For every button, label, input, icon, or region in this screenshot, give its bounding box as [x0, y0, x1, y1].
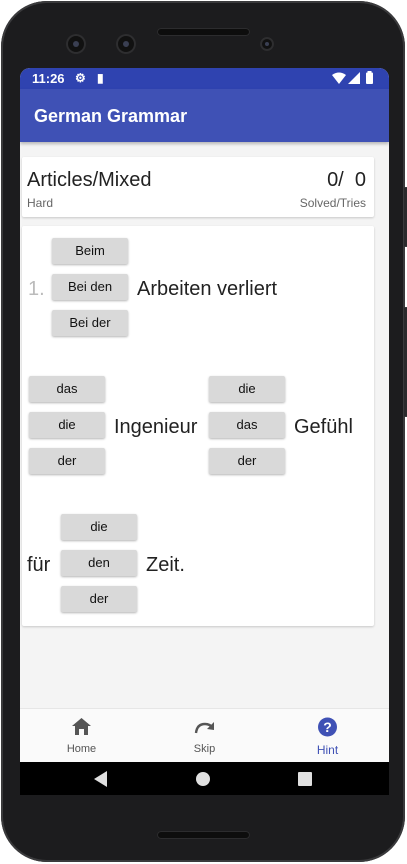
redo-arrow-icon: [194, 722, 214, 734]
option-beim[interactable]: Beim: [52, 238, 128, 264]
nav-skip[interactable]: Skip: [143, 709, 266, 763]
option-die[interactable]: die: [61, 514, 137, 540]
nav-hint[interactable]: ? Hint: [266, 709, 389, 763]
score-label: Solved/Tries: [299, 196, 366, 210]
option-der[interactable]: der: [29, 448, 105, 474]
tries-count: 0: [354, 169, 366, 191]
battery-icon: [366, 71, 373, 84]
status-time: 11:26: [32, 71, 65, 86]
quiz-card: 1. Beim Bei den Bei der Arbeiten verlier…: [22, 226, 374, 626]
front-camera-2-icon: [116, 34, 136, 54]
sensor-icon: [260, 37, 274, 51]
option-der[interactable]: der: [61, 586, 137, 612]
cell-signal-icon: [348, 72, 360, 84]
home-icon: [72, 718, 91, 735]
phone-frame: 11:26 ⚙ ▮ German Grammar Articles/Mixed …: [1, 1, 407, 862]
option-die[interactable]: die: [29, 412, 105, 438]
sentence-end-text: Zeit.: [146, 554, 185, 576]
status-bar: 11:26 ⚙ ▮: [20, 68, 389, 89]
home-circle-icon[interactable]: [196, 772, 210, 786]
option-der[interactable]: der: [209, 448, 285, 474]
category-title: Articles/Mixed: [27, 169, 152, 191]
recents-icon[interactable]: [298, 772, 312, 786]
option-das[interactable]: das: [29, 376, 105, 402]
sentence-text: Arbeiten verliert: [137, 278, 278, 300]
back-icon[interactable]: [94, 771, 108, 787]
help-circle-icon: ?: [318, 717, 337, 737]
noun-ingenieur: Ingenieur: [114, 416, 198, 438]
screen: 11:26 ⚙ ▮ German Grammar Articles/Mixed …: [20, 68, 389, 795]
option-die[interactable]: die: [209, 376, 285, 402]
bottom-navigation: Home Skip ? Hint: [20, 708, 389, 762]
option-bei-der[interactable]: Bei der: [52, 310, 128, 336]
nav-hint-label: Hint: [316, 743, 339, 757]
app-bar: German Grammar: [20, 89, 389, 142]
wifi-icon: [332, 72, 346, 84]
difficulty-label: Hard: [27, 196, 54, 210]
front-camera-icon: [66, 34, 86, 54]
preposition-text: für: [27, 554, 51, 576]
svg-text:?: ?: [323, 719, 332, 735]
nav-home-label: Home: [66, 743, 97, 755]
nav-home[interactable]: Home: [20, 709, 143, 763]
earpiece-speaker: [157, 28, 250, 36]
option-das[interactable]: das: [209, 412, 285, 438]
option-bei-den[interactable]: Bei den: [52, 274, 128, 300]
nav-skip-label: Skip: [193, 743, 216, 755]
app-title: German Grammar: [34, 106, 188, 126]
solved-count: 0/: [327, 169, 344, 191]
bottom-speaker: [157, 831, 250, 839]
settings-gear-icon: ⚙: [75, 71, 86, 85]
noun-gefuehl: Gefühl: [294, 416, 353, 438]
score-value: 0/ 0: [327, 169, 366, 192]
system-navigation-bar: [20, 762, 389, 795]
option-den[interactable]: den: [61, 550, 137, 576]
question-number: 1.: [28, 278, 45, 300]
sd-card-icon: ▮: [97, 71, 104, 85]
exercise-header-card: Articles/Mixed Hard 0/ 0 Solved/Tries: [22, 157, 374, 217]
